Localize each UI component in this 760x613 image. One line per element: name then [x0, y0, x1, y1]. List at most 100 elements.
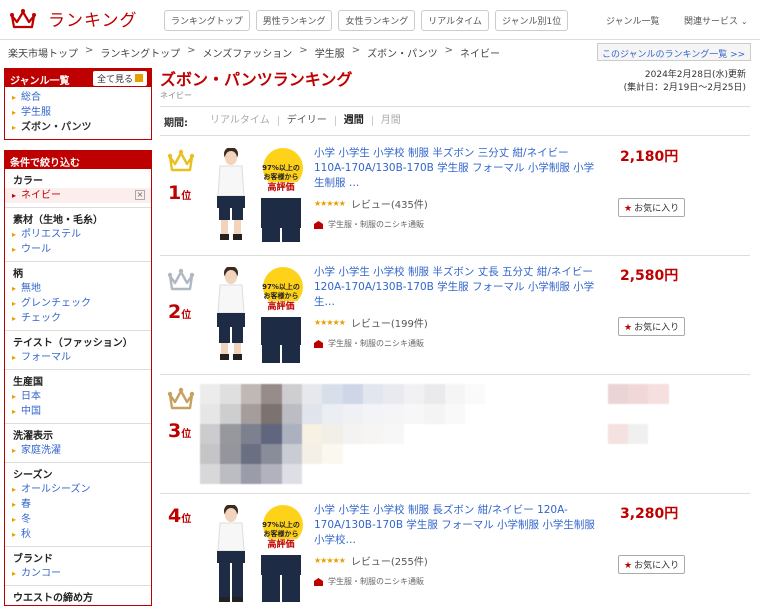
filter-item[interactable]: 無地 — [5, 281, 151, 296]
chevron-down-icon: ⌄ — [740, 17, 748, 26]
shop-name-link[interactable]: 学生服・制服のニシキ通販 — [328, 576, 424, 587]
shop-name-link[interactable]: 学生服・制服のニシキ通販 — [328, 219, 424, 230]
bronze-crown-icon — [167, 387, 195, 410]
filter-item[interactable]: フォーマル — [5, 350, 151, 365]
period-label: 期間: — [164, 117, 188, 129]
shop-info: 学生服・制服のニシキ通販 — [314, 576, 424, 587]
product-image[interactable]: 97%以上の お客様から 高評価 — [209, 267, 306, 364]
see-all-button[interactable]: 全て見る — [92, 71, 147, 86]
shop-name-link[interactable]: 学生服・制服のニシキ通販 — [328, 338, 424, 349]
close-icon[interactable]: × — [135, 190, 145, 200]
filter-section-title: 素材（生地・毛糸） — [13, 215, 103, 226]
filter-item[interactable]: ウール — [5, 242, 151, 257]
genre-ranking-list-button[interactable]: このジャンルのランキング一覧 >> — [597, 43, 751, 61]
filter-item[interactable]: チェック — [5, 311, 151, 326]
review-count-link[interactable]: レビュー(199件) — [351, 315, 428, 330]
review-count-link[interactable]: レビュー(435件) — [351, 196, 428, 211]
favorite-button[interactable]: ★ お気に入り — [618, 317, 686, 336]
filter-item[interactable]: カンコー — [5, 566, 151, 581]
product-title-link[interactable]: 小学 小学生 小学校 制服 半ズボン 三分丈 紺/ネイビー 110A-170A/… — [314, 146, 596, 191]
favorite-button[interactable]: ★ お気に入り — [618, 198, 686, 217]
sidebar-genre-item[interactable]: 学生服 — [5, 105, 151, 120]
breadcrumb-item[interactable]: 楽天市場トップ — [8, 45, 78, 60]
shop-icon — [314, 577, 323, 586]
favorite-label: お気に入り — [634, 561, 680, 571]
filter-item[interactable]: 中国 — [5, 404, 151, 419]
product-image[interactable]: 97%以上の お客様から 高評価 — [209, 148, 306, 245]
filter-section-title: ブランド — [13, 554, 53, 565]
ranking-item: 3位 — [160, 376, 750, 494]
blurred-product-content — [200, 384, 730, 484]
filter-item[interactable]: 家庭洗濯 — [5, 443, 151, 458]
shop-info: 学生服・制服のニシキ通販 — [314, 338, 424, 349]
sidebar-genre-item[interactable]: 総合 — [5, 90, 151, 105]
product-title-link[interactable]: 小学 小学生 小学校 制服 半ズボン 丈長 五分丈 紺/ネイビー 120A-17… — [314, 265, 596, 310]
star-icon: ★ — [624, 323, 633, 333]
filter-item[interactable]: 冬 — [5, 512, 151, 527]
updated-date: 2024年2月28日(水)更新 — [644, 70, 746, 80]
filter-section-brand: ブランド カンコー — [5, 546, 151, 581]
sidebar: ジャンル一覧 全て見る 総合 学生服 ズボン・パンツ 条件で絞り込む カラー ネ… — [4, 68, 152, 606]
filter-section-title: テイスト（ファッション） — [13, 338, 133, 349]
favorite-button[interactable]: ★ お気に入り — [618, 555, 686, 574]
crown-logo-icon — [10, 8, 36, 28]
rank-number: 3位 — [168, 420, 192, 442]
ranking-item: 1位 97%以上の お客様から 高評価 小学 小学生 小学校 制服 半ズボン 三分… — [160, 138, 750, 256]
filter-item[interactable]: オールシーズン — [5, 482, 151, 497]
favorite-label: お気に入り — [634, 204, 680, 214]
tab-female-ranking[interactable]: 女性ランキング — [338, 10, 416, 31]
filter-section-taste: テイスト（ファッション） フォーマル — [5, 330, 151, 365]
filter-item[interactable]: ポリエステル — [5, 227, 151, 242]
genre-list-link[interactable]: ジャンル一覧 — [606, 14, 660, 27]
rank-number: 1位 — [168, 182, 192, 204]
period-monthly: 月間 — [380, 115, 401, 126]
filter-section-washing: 洗濯表示 家庭洗濯 — [5, 423, 151, 458]
review-summary: ★★★★★ レビュー(435件) — [314, 196, 428, 211]
filter-section-title: ウエストの締め方 — [13, 593, 93, 604]
genre-box-title: ジャンル一覧 — [10, 76, 70, 87]
page-header: ランキング ランキングトップ 男性ランキング 女性ランキング リアルタイム ジャ… — [0, 0, 760, 40]
review-count-link[interactable]: レビュー(255件) — [351, 553, 428, 568]
filter-item[interactable]: 日本 — [5, 389, 151, 404]
rank-number: 2位 — [168, 301, 192, 323]
period-weekly: 週間 — [336, 116, 373, 126]
period-daily[interactable]: デイリー — [279, 116, 336, 126]
product-image[interactable]: 97%以上の お客様から 高評価 — [209, 505, 306, 602]
filter-section-color: カラー ネイビー × — [5, 169, 151, 203]
tab-genre-first[interactable]: ジャンル別1位 — [494, 10, 569, 31]
rank-number: 4位 — [168, 505, 192, 527]
logo-title: ランキング — [48, 11, 138, 31]
breadcrumb-item[interactable]: ズボン・パンツ — [367, 45, 438, 60]
filter-item[interactable]: 春 — [5, 497, 151, 512]
product-title-link[interactable]: 小学 小学生 小学校 制服 長ズボン 紺/ネイビー 120A-170A/130B… — [314, 503, 596, 548]
filter-box: 条件で絞り込む カラー ネイビー × 素材（生地・毛糸） ポリエステル ウール 柄… — [4, 150, 152, 606]
breadcrumb-item[interactable]: メンズファッション — [202, 45, 292, 60]
rating-stars-icon: ★★★★★ — [314, 318, 346, 327]
breadcrumb-item[interactable]: ランキングトップ — [100, 45, 180, 60]
filter-item-navy[interactable]: ネイビー × — [5, 188, 151, 203]
breadcrumb: 楽天市場トップ > ランキングトップ > メンズファッション > 学生服 > ズボン・パ… — [8, 45, 500, 60]
sidebar-genre-item[interactable]: ズボン・パンツ — [5, 120, 151, 135]
star-icon: ★ — [624, 561, 633, 571]
filter-section-title: 柄 — [13, 269, 23, 280]
see-all-label: 全て見る — [96, 75, 133, 85]
tab-realtime[interactable]: リアルタイム — [421, 10, 489, 31]
breadcrumb-item[interactable]: ネイビー — [460, 45, 500, 60]
shop-info: 学生服・制服のニシキ通販 — [314, 219, 424, 230]
tab-ranking-top[interactable]: ランキングトップ — [164, 10, 250, 31]
filter-item-label: ネイビー — [21, 190, 61, 201]
rating-stars-icon: ★★★★★ — [314, 199, 346, 208]
ranking-logo[interactable]: ランキング — [10, 6, 138, 31]
breadcrumb-item[interactable]: 学生服 — [315, 45, 345, 60]
product-price: 2,180円 — [620, 149, 679, 165]
silver-crown-icon — [167, 268, 195, 291]
ranking-item: 4位 97%以上の お客様から 高評価 小学 小学生 小学校 制服 長ズボン 紺/… — [160, 495, 750, 613]
filter-item[interactable]: 秋 — [5, 527, 151, 542]
filter-item[interactable]: グレンチェック — [5, 296, 151, 311]
product-price: 3,280円 — [620, 506, 679, 522]
filter-section-pattern: 柄 無地 グレンチェック チェック — [5, 261, 151, 326]
filter-section-material: 素材（生地・毛糸） ポリエステル ウール — [5, 207, 151, 257]
header-nav-tabs: ランキングトップ 男性ランキング 女性ランキング リアルタイム ジャンル別1位 — [164, 10, 574, 31]
tab-male-ranking[interactable]: 男性ランキング — [255, 10, 333, 31]
related-services-menu[interactable]: 関連サービス ⌄ — [684, 14, 748, 27]
